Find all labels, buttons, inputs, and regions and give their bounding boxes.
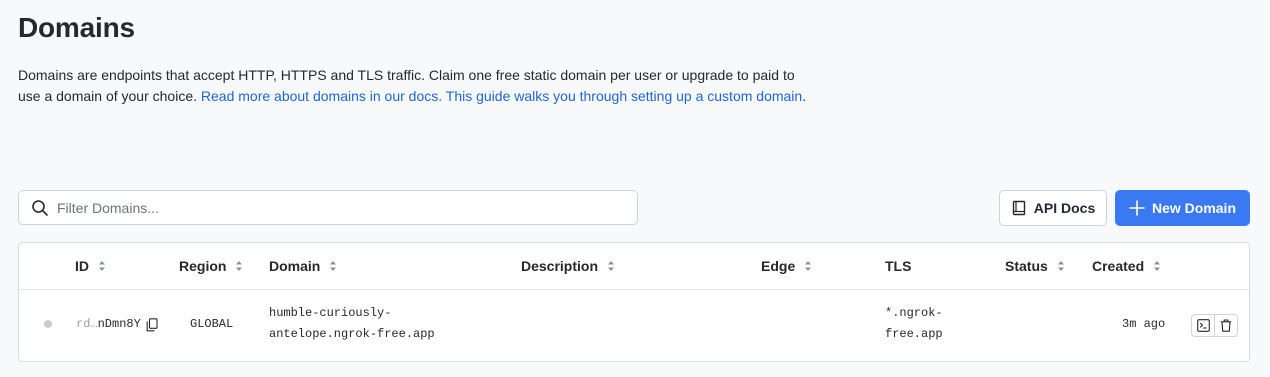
domain-id: rd… nDmn8Y xyxy=(76,314,158,335)
column-header-description[interactable]: Description xyxy=(521,258,615,274)
domain-region: GLOBAL xyxy=(190,317,234,331)
domain-tls: *.ngrok- free.app xyxy=(885,303,943,345)
guide-link[interactable]: This guide walks you through setting up … xyxy=(442,88,802,104)
column-header-tls: TLS xyxy=(885,258,911,274)
column-header-label: Description xyxy=(521,258,599,274)
column-header-label: Status xyxy=(1005,258,1048,274)
domain-name-line: antelope.ngrok-free.app xyxy=(269,327,435,341)
column-header-region[interactable]: Region xyxy=(179,258,243,274)
filter-domains-input[interactable] xyxy=(57,199,617,216)
description-suffix: . xyxy=(802,88,807,104)
domain-id-prefix: rd… xyxy=(76,317,98,331)
sort-icon xyxy=(330,261,337,271)
sort-icon xyxy=(236,261,243,271)
page-description: Domains are endpoints that accept HTTP, … xyxy=(18,65,808,107)
trash-icon xyxy=(1221,319,1232,332)
row-actions xyxy=(1191,314,1238,337)
delete-button[interactable] xyxy=(1214,315,1237,336)
terminal-button[interactable] xyxy=(1192,315,1214,336)
tls-line: free.app xyxy=(885,327,943,341)
book-icon xyxy=(1012,200,1025,216)
column-header-label: TLS xyxy=(885,258,912,274)
domain-name: humble-curiously- antelope.ngrok-free.ap… xyxy=(269,303,435,345)
column-header-edge[interactable]: Edge xyxy=(761,258,812,274)
column-header-created[interactable]: Created xyxy=(1092,258,1161,274)
domain-name-line: humble-curiously- xyxy=(269,306,392,320)
column-header-label: Created xyxy=(1092,258,1145,274)
terminal-icon xyxy=(1196,319,1210,332)
column-header-status[interactable]: Status xyxy=(1005,258,1065,274)
copy-icon[interactable] xyxy=(146,317,158,332)
column-header-label: Edge xyxy=(761,258,796,274)
filter-domains-box[interactable] xyxy=(18,190,638,225)
domains-table: ID Region Domain Description Edge TLS St… xyxy=(18,242,1250,362)
domain-id-suffix: nDmn8Y xyxy=(97,317,141,331)
page-title: Domains xyxy=(18,12,135,43)
api-docs-button[interactable]: API Docs xyxy=(999,190,1107,226)
new-domain-label: New Domain xyxy=(1151,200,1236,216)
sort-icon xyxy=(99,261,105,271)
column-header-domain[interactable]: Domain xyxy=(269,258,337,274)
api-docs-label: API Docs xyxy=(1033,200,1096,216)
docs-link[interactable]: Read more about domains in our docs. xyxy=(201,88,442,104)
domain-created: 3m ago xyxy=(1122,317,1166,331)
tls-line: *.ngrok- xyxy=(885,306,943,320)
column-header-label: ID xyxy=(75,258,89,274)
sort-icon xyxy=(1057,261,1064,271)
sort-icon xyxy=(608,261,615,271)
column-header-label: Domain xyxy=(269,258,321,274)
sort-icon xyxy=(1154,261,1161,271)
column-header-label: Region xyxy=(179,258,227,274)
sort-icon xyxy=(805,261,812,271)
status-dot xyxy=(44,320,52,328)
plus-icon xyxy=(1129,200,1145,216)
search-icon xyxy=(32,199,48,216)
new-domain-button[interactable]: New Domain xyxy=(1115,190,1250,226)
table-header: ID Region Domain Description Edge TLS St… xyxy=(19,243,1249,290)
column-header-id[interactable]: ID xyxy=(75,258,106,274)
